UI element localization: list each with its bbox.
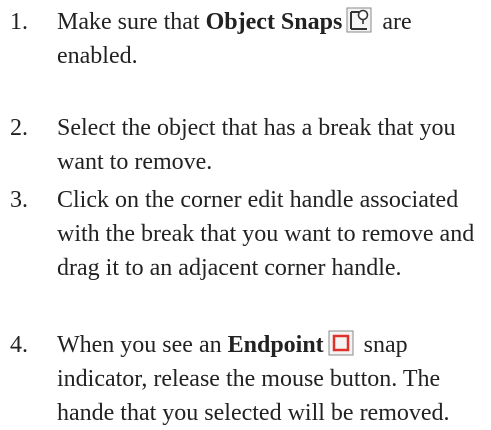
ui-term-endpoint: Endpoint (227, 332, 324, 358)
step-number: 4. (10, 332, 28, 358)
step-text-run: When you see an (57, 332, 228, 358)
step-text: When you see an Endpoint snap indicator,… (57, 328, 487, 430)
step-number: 2. (10, 115, 28, 141)
step-text-run: Make sure that (57, 9, 206, 35)
object-snaps-icon (346, 7, 372, 33)
endpoint-snap-icon (328, 330, 354, 356)
step-number: 1. (10, 9, 28, 35)
step-text: Make sure that Object Snaps are enabled. (57, 5, 487, 73)
step-text: Select the object that has a break that … (57, 115, 456, 175)
step-number: 3. (10, 187, 28, 213)
step-text: Click on the corner edit handle associat… (57, 187, 475, 281)
ui-term-object-snaps: Object Snaps (205, 9, 343, 35)
